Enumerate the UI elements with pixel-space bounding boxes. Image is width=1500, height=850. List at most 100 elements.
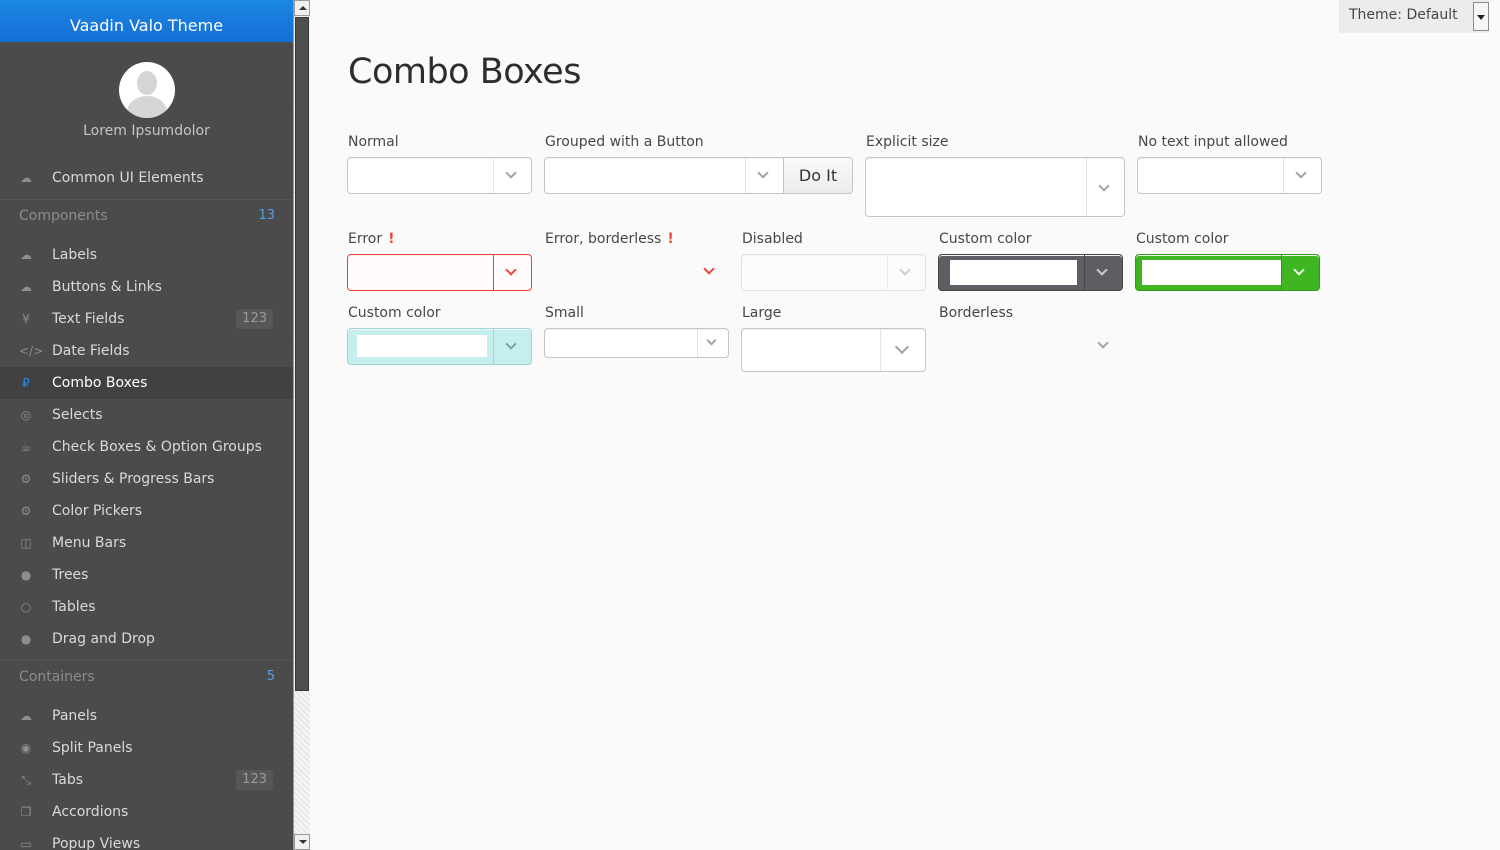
sidebar-item-tabs[interactable]: ⤡ Tabs 123	[0, 764, 293, 796]
chevron-down-icon	[894, 339, 910, 355]
credit-card-icon: ▭	[20, 837, 32, 850]
scroll-thumb[interactable]	[295, 17, 309, 691]
dribbble-icon: ◎	[20, 408, 32, 422]
sidebar-item-drag-and-drop[interactable]: ● Drag and Drop	[0, 623, 293, 655]
sidebar-item-check-boxes[interactable]: ☕ Check Boxes & Option Groups	[0, 431, 293, 463]
section-count: 5	[266, 669, 275, 684]
sidebar-item-accordions[interactable]: ❐ Accordions	[0, 796, 293, 828]
count-badge: 123	[236, 770, 273, 790]
error-indicator-icon: !	[667, 231, 674, 247]
chevron-down-icon	[1293, 264, 1305, 276]
sidebar-section-components: Components 13	[19, 202, 275, 230]
coffee-icon: ☕	[20, 440, 32, 454]
combo-explicit-size[interactable]	[865, 157, 1125, 217]
caption-small: Small	[545, 305, 584, 321]
combo-dropdown-button[interactable]	[1086, 158, 1124, 216]
caption-error: Error!	[348, 231, 395, 247]
user-menu[interactable]: Lorem Ipsumdolor	[0, 42, 293, 166]
combo-dropdown-button[interactable]	[1281, 255, 1319, 290]
cloud-icon: ☁	[20, 171, 32, 185]
combo-dropdown-button[interactable]	[1084, 255, 1122, 290]
chevron-down-icon[interactable]	[703, 263, 715, 275]
cloud-upload-icon: ☁	[20, 280, 32, 294]
combo-large[interactable]	[741, 328, 926, 372]
combo-grouped[interactable]	[544, 157, 784, 194]
page-title: Combo Boxes	[348, 52, 581, 92]
scroll-down-button[interactable]	[294, 834, 310, 850]
caption-grouped: Grouped with a Button	[545, 134, 704, 150]
chevron-down-icon	[1295, 167, 1307, 179]
user-name[interactable]: Lorem Ipsumdolor	[0, 123, 293, 139]
theme-select[interactable]: Theme: Default	[1339, 0, 1489, 33]
sidebar-item-popup-views[interactable]: ▭ Popup Views	[0, 828, 293, 850]
caption-disabled: Disabled	[742, 231, 803, 247]
combo-error[interactable]	[347, 254, 532, 291]
compress-icon: ⤡	[21, 773, 31, 787]
caption-custom-color-green: Custom color	[1136, 231, 1229, 247]
columns-icon: ◫	[20, 536, 32, 550]
sidebar-item-date-fields[interactable]: </> Date Fields	[0, 335, 293, 367]
yen-icon: ¥	[22, 312, 30, 326]
sidebar-item-buttons-links[interactable]: ☁ Buttons & Links	[0, 271, 293, 303]
gears-icon: ⚙	[20, 504, 32, 518]
combo-borderless[interactable]	[938, 328, 1123, 365]
count-badge: 123	[236, 309, 273, 329]
cloud-icon: ☁	[20, 248, 32, 262]
sidebar-menu: Vaadin Valo Theme Lorem Ipsumdolor ☁ Com…	[0, 0, 293, 850]
combo-disabled	[741, 254, 926, 291]
do-it-button[interactable]: Do It	[783, 157, 853, 194]
combo-no-text-input[interactable]	[1137, 157, 1322, 194]
combo-dropdown-button[interactable]	[1283, 158, 1321, 193]
combo-dropdown-button[interactable]	[493, 255, 531, 290]
error-indicator-icon: !	[388, 231, 395, 247]
combo-dropdown-button[interactable]	[493, 329, 531, 364]
combo-custom-color-cyan[interactable]	[347, 328, 532, 365]
sidebar-item-split-panels[interactable]: ◉ Split Panels	[0, 732, 293, 764]
chevron-down-icon	[899, 264, 911, 276]
sidebar-item-selects[interactable]: ◎ Selects	[0, 399, 293, 431]
avatar[interactable]	[118, 62, 175, 118]
dropdown-arrow-icon[interactable]	[1473, 2, 1489, 31]
caption-explicit-size: Explicit size	[866, 134, 949, 150]
combo-custom-color-green[interactable]	[1135, 254, 1320, 291]
sidebar-item-text-fields[interactable]: ¥ Text Fields 123	[0, 303, 293, 335]
combo-dropdown-button[interactable]	[697, 329, 728, 357]
comment-outline-icon: ○	[20, 600, 32, 614]
caption-custom-color-cyan: Custom color	[348, 305, 441, 321]
gear-icon: ⚙	[20, 472, 32, 486]
sidebar-item-menu-bars[interactable]: ◫ Menu Bars	[0, 527, 293, 559]
combo-dropdown-button[interactable]	[493, 158, 531, 193]
combo-dropdown-button[interactable]	[745, 158, 783, 193]
combo-dropdown-button	[887, 255, 925, 290]
combo-normal[interactable]	[347, 157, 532, 194]
chevron-down-icon[interactable]	[1097, 337, 1109, 349]
comments-icon: ●	[20, 632, 32, 646]
sidebar-section-containers: Containers 5	[19, 663, 275, 691]
chevron-down-icon	[706, 335, 717, 346]
combo-text-input[interactable]	[357, 335, 487, 357]
caption-custom-color-dark: Custom color	[939, 231, 1032, 247]
sidebar-item-labels[interactable]: ☁ Labels	[0, 239, 293, 271]
combo-dropdown-button[interactable]	[880, 329, 925, 371]
combo-text-input[interactable]	[1142, 260, 1281, 285]
combo-custom-color-dark[interactable]	[938, 254, 1123, 291]
sidebar-item-common-ui-elements[interactable]: ☁ Common UI Elements	[0, 162, 293, 194]
combo-small[interactable]	[544, 328, 729, 358]
sidebar-item-tables[interactable]: ○ Tables	[0, 591, 293, 623]
copy-icon: ❐	[20, 805, 32, 819]
compass-icon: ◉	[20, 741, 32, 755]
sidebar-item-combo-boxes[interactable]: ₽ Combo Boxes	[0, 367, 293, 399]
combo-text-input[interactable]	[950, 260, 1077, 285]
divider	[0, 660, 293, 661]
section-count: 13	[258, 208, 275, 223]
combo-error-borderless[interactable]	[544, 254, 729, 291]
scroll-up-button[interactable]	[294, 0, 310, 16]
code-icon: </>	[19, 344, 44, 358]
sidebar-item-trees[interactable]: ● Trees	[0, 559, 293, 591]
sidebar-item-panels[interactable]: ☁ Panels	[0, 700, 293, 732]
app-title[interactable]: Vaadin Valo Theme	[0, 0, 293, 42]
sidebar-scrollbar[interactable]	[293, 0, 310, 850]
sidebar-item-sliders[interactable]: ⚙ Sliders & Progress Bars	[0, 463, 293, 495]
sidebar-item-color-pickers[interactable]: ⚙ Color Pickers	[0, 495, 293, 527]
chevron-down-icon	[505, 264, 517, 276]
